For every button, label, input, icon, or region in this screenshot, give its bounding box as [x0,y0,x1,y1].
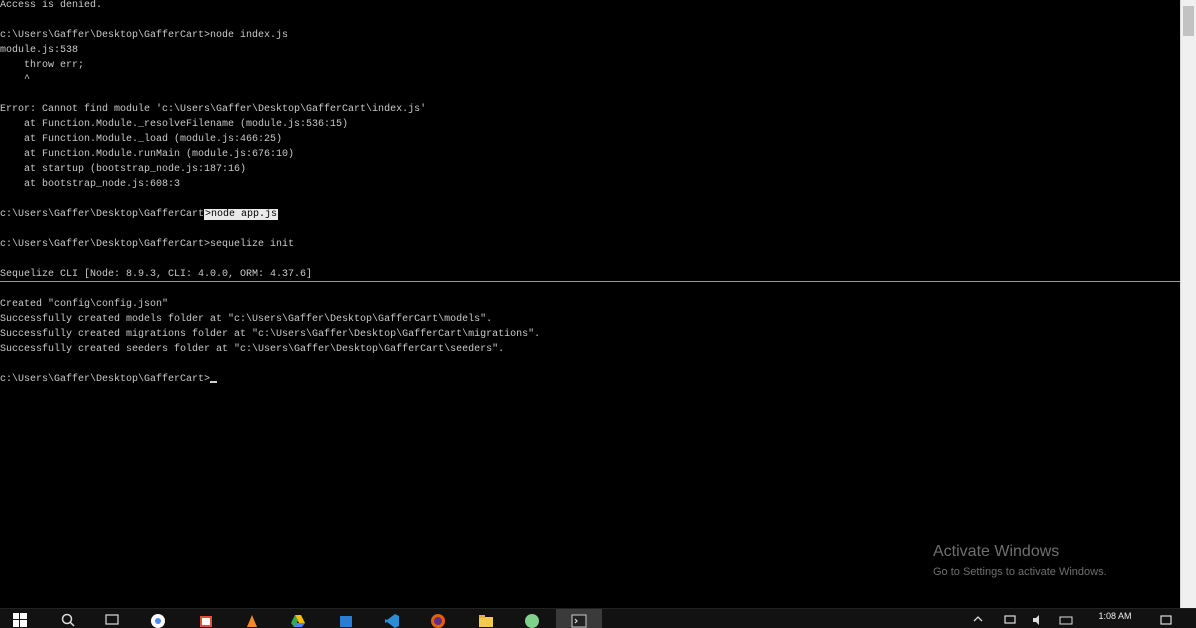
scrollbar-thumb[interactable] [1183,6,1194,36]
taskbar-clock[interactable]: 1:08 AM [1085,611,1145,621]
console-line: c:\Users\Gaffer\Desktop\GafferCart>seque… [0,239,295,250]
console-line: at bootstrap_node.js:608:3 [0,179,181,190]
vlc-icon[interactable] [244,613,260,628]
console-line: Successfully created migrations folder a… [0,329,541,340]
console-line: module.js:538 [0,45,79,56]
console-line: Successfully created seeders folder at "… [0,344,505,355]
console-line: Access is denied. [0,0,103,11]
notification-area-icon[interactable] [970,613,986,628]
prompt-path: c:\Users\Gaffer\Desktop\GafferCart> [0,374,211,385]
selected-command[interactable]: >node app.js [204,209,279,220]
file-explorer-icon[interactable] [478,613,494,628]
app-icon[interactable] [524,613,540,628]
console-line: throw err; [0,60,85,71]
console-line: Created "config\config.json" [0,299,169,310]
console-line: Error: Cannot find module 'c:\Users\Gaff… [0,104,427,115]
console-line: at Function.Module._load (module.js:466:… [0,134,283,145]
paint-icon[interactable] [198,613,214,628]
console-divider [0,281,1180,282]
vertical-scrollbar[interactable] [1180,0,1196,608]
firefox-icon[interactable] [430,613,446,628]
console-line: at startup (bootstrap_node.js:187:16) [0,164,247,175]
chrome-icon[interactable] [150,613,166,628]
network-icon[interactable] [1002,613,1018,628]
command-prompt-icon[interactable] [571,613,587,628]
watermark-subtitle: Go to Settings to activate Windows. [933,566,1107,578]
console-line: at Function.Module._resolveFilename (mod… [0,119,349,130]
action-center-icon[interactable] [1158,613,1174,628]
console-line: Successfully created models folder at "c… [0,314,493,325]
taskbar: 1:08 AM [0,608,1196,628]
activate-windows-watermark: Activate Windows Go to Settings to activ… [933,542,1107,580]
volume-icon[interactable] [1030,613,1046,628]
visual-studio-code-icon[interactable] [384,613,400,628]
photos-icon[interactable] [338,613,354,628]
task-view-icon[interactable] [104,613,120,628]
text-cursor [210,381,218,383]
desktop-screen: Access is denied. c:\Users\Gaffer\Deskto… [0,0,1196,628]
search-icon[interactable] [60,613,76,628]
watermark-title: Activate Windows [933,543,1060,560]
keyboard-language-icon[interactable] [1058,613,1074,628]
google-drive-icon[interactable] [290,613,306,628]
console-line: ^ [0,74,31,85]
start-icon[interactable] [12,613,28,628]
command-prompt-window[interactable]: Access is denied. c:\Users\Gaffer\Deskto… [0,0,1180,608]
console-prompt-line: c:\Users\Gaffer\Desktop\GafferCart>node … [0,207,279,222]
prompt-path: c:\Users\Gaffer\Desktop\GafferCart [0,209,205,220]
console-line: at Function.Module.runMain (module.js:67… [0,149,295,160]
console-line: c:\Users\Gaffer\Desktop\GafferCart>node … [0,30,289,41]
console-line: Sequelize CLI [Node: 8.9.3, CLI: 4.0.0, … [0,269,313,280]
console-active-prompt[interactable]: c:\Users\Gaffer\Desktop\GafferCart> [0,372,218,387]
